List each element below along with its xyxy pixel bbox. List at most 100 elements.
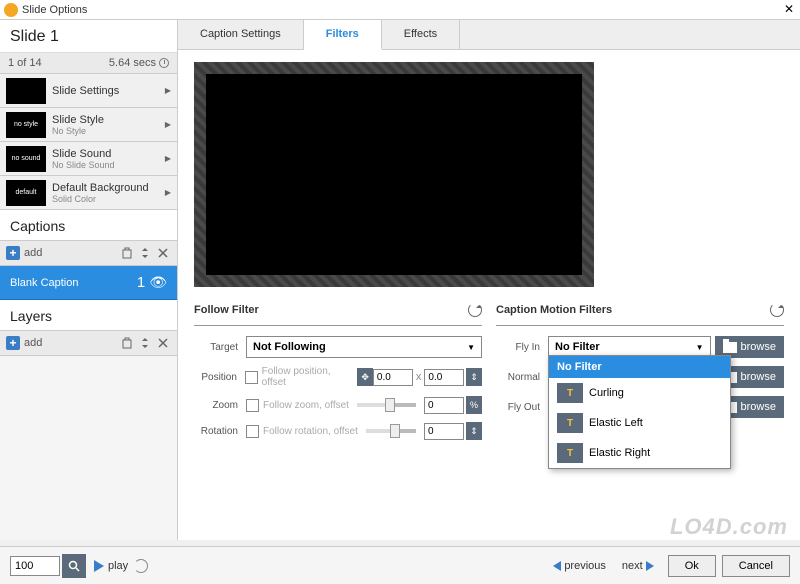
panel-title: Follow Filter (194, 304, 259, 316)
sidebar-item-default-background[interactable]: Default BackgroundSolid Color ▶ (0, 176, 177, 210)
sidebar-item-label: Slide StyleNo Style (52, 114, 165, 136)
option-label: Curling (589, 387, 624, 399)
chevron-down-icon: ▼ (696, 343, 704, 352)
captions-addbar: + add (0, 241, 177, 266)
tools-icon[interactable] (155, 335, 171, 351)
slide-duration: 5.64 secs (109, 57, 169, 69)
preview-area (178, 50, 800, 297)
chevron-down-icon: ▼ (467, 343, 475, 352)
previous-button[interactable]: previous (553, 560, 606, 572)
thumb-icon (6, 146, 46, 172)
dropdown-value: Not Following (253, 341, 326, 353)
arrow-right-icon (646, 561, 654, 571)
caption-item-meta: 1👁 (137, 274, 167, 291)
reorder-icon[interactable] (137, 245, 153, 261)
target-dropdown[interactable]: Not Following ▼ (246, 336, 482, 358)
add-caption-button[interactable]: + (6, 246, 20, 260)
chevron-right-icon: ▶ (165, 86, 171, 95)
thumb-icon (6, 78, 46, 104)
panel-title: Caption Motion Filters (496, 304, 612, 316)
sidebar: Slide 1 1 of 14 5.64 secs Slide Settings… (0, 20, 178, 540)
reset-icon[interactable] (468, 303, 482, 317)
slide-title: Slide 1 (0, 20, 177, 53)
stepper-icon[interactable]: ⇕ (466, 422, 482, 440)
layers-addbar: + add (0, 331, 177, 356)
dropdown-option[interactable]: No Filter (549, 356, 730, 378)
sidebar-item-label: Slide SoundNo Slide Sound (52, 148, 165, 170)
chevron-right-icon: ▶ (165, 188, 171, 197)
position-checkbox[interactable] (245, 371, 258, 384)
chevron-right-icon: ▶ (165, 154, 171, 163)
rotation-label: Rotation (194, 426, 246, 437)
tab-caption-settings[interactable]: Caption Settings (178, 20, 304, 49)
zoom-search-button[interactable] (62, 554, 86, 578)
dropdown-value: No Filter (555, 341, 600, 353)
preview-frame (194, 62, 594, 287)
bottom-bar: play previous next Ok Cancel (0, 546, 800, 584)
chevron-right-icon: ▶ (165, 120, 171, 129)
flyin-dropdown-list[interactable]: No Filter T Curling T Elastic Left T Ela… (548, 355, 731, 469)
play-button[interactable]: play (94, 560, 128, 572)
thumb-icon (6, 180, 46, 206)
dropdown-option[interactable]: T Curling (549, 378, 730, 408)
tab-bar: Caption Settings Filters Effects (178, 20, 800, 50)
sidebar-item-slide-settings[interactable]: Slide Settings ▶ (0, 74, 177, 108)
arrow-left-icon (553, 561, 561, 571)
zoom-slider[interactable] (357, 403, 416, 407)
eye-icon: 👁 (149, 274, 167, 290)
stepper-icon[interactable]: ⇕ (466, 368, 482, 386)
loop-icon[interactable] (134, 559, 148, 573)
position-x-input[interactable] (373, 369, 413, 386)
trash-icon[interactable] (119, 335, 135, 351)
reset-icon[interactable] (770, 303, 784, 317)
filter-icon: T (557, 413, 583, 433)
add-layer-button[interactable]: + (6, 336, 20, 350)
window-title: Slide Options (22, 4, 782, 16)
rotation-value-input[interactable] (424, 423, 464, 440)
slide-meta: 1 of 14 5.64 secs (0, 53, 177, 74)
sidebar-item-label: Slide Settings (52, 85, 165, 97)
option-label: No Filter (557, 361, 602, 373)
option-label: Elastic Left (589, 417, 643, 429)
xy-move-icon[interactable]: ✥ (357, 368, 373, 386)
cancel-button[interactable]: Cancel (722, 555, 790, 577)
ok-button[interactable]: Ok (668, 555, 716, 577)
slide-counter: 1 of 14 (8, 57, 42, 69)
sidebar-item-slide-style[interactable]: Slide StyleNo Style ▶ (0, 108, 177, 142)
app-icon (4, 3, 18, 17)
percent-icon: % (466, 396, 482, 414)
reorder-icon[interactable] (137, 335, 153, 351)
follow-filter-panel: Follow Filter Target Not Following ▼ Pos… (194, 297, 482, 448)
zoom-label: Zoom (194, 400, 246, 411)
sidebar-item-slide-sound[interactable]: Slide SoundNo Slide Sound ▶ (0, 142, 177, 176)
filter-icon: T (557, 383, 583, 403)
zoom-value-input[interactable] (424, 397, 464, 414)
caption-list-item[interactable]: Blank Caption 1👁 (0, 266, 177, 300)
dropdown-option[interactable]: T Elastic Left (549, 408, 730, 438)
play-icon (94, 560, 104, 572)
tools-icon[interactable] (155, 245, 171, 261)
sidebar-item-label: Default BackgroundSolid Color (52, 182, 165, 204)
trash-icon[interactable] (119, 245, 135, 261)
layers-section-head: Layers (0, 300, 177, 331)
close-button[interactable]: ✕ (782, 3, 796, 17)
filter-icon: T (557, 443, 583, 463)
next-button[interactable]: next (622, 560, 654, 572)
zoom-input[interactable] (10, 556, 60, 576)
position-label: Position (194, 372, 245, 383)
rotation-checkbox[interactable] (246, 425, 259, 438)
x-separator: x (413, 371, 425, 383)
rotation-slider[interactable] (366, 429, 416, 433)
target-label: Target (194, 342, 246, 353)
normal-label: Normal (496, 372, 548, 383)
tab-filters[interactable]: Filters (304, 20, 382, 50)
window-titlebar: Slide Options ✕ (0, 0, 800, 20)
dropdown-option[interactable]: T Elastic Right (549, 438, 730, 468)
position-y-input[interactable] (424, 369, 464, 386)
flyout-label: Fly Out (496, 402, 548, 413)
zoom-checkbox[interactable] (246, 399, 259, 412)
folder-icon (723, 342, 737, 353)
clock-icon (159, 58, 169, 68)
tab-effects[interactable]: Effects (382, 20, 460, 49)
position-text: Follow position, offset (262, 366, 356, 388)
